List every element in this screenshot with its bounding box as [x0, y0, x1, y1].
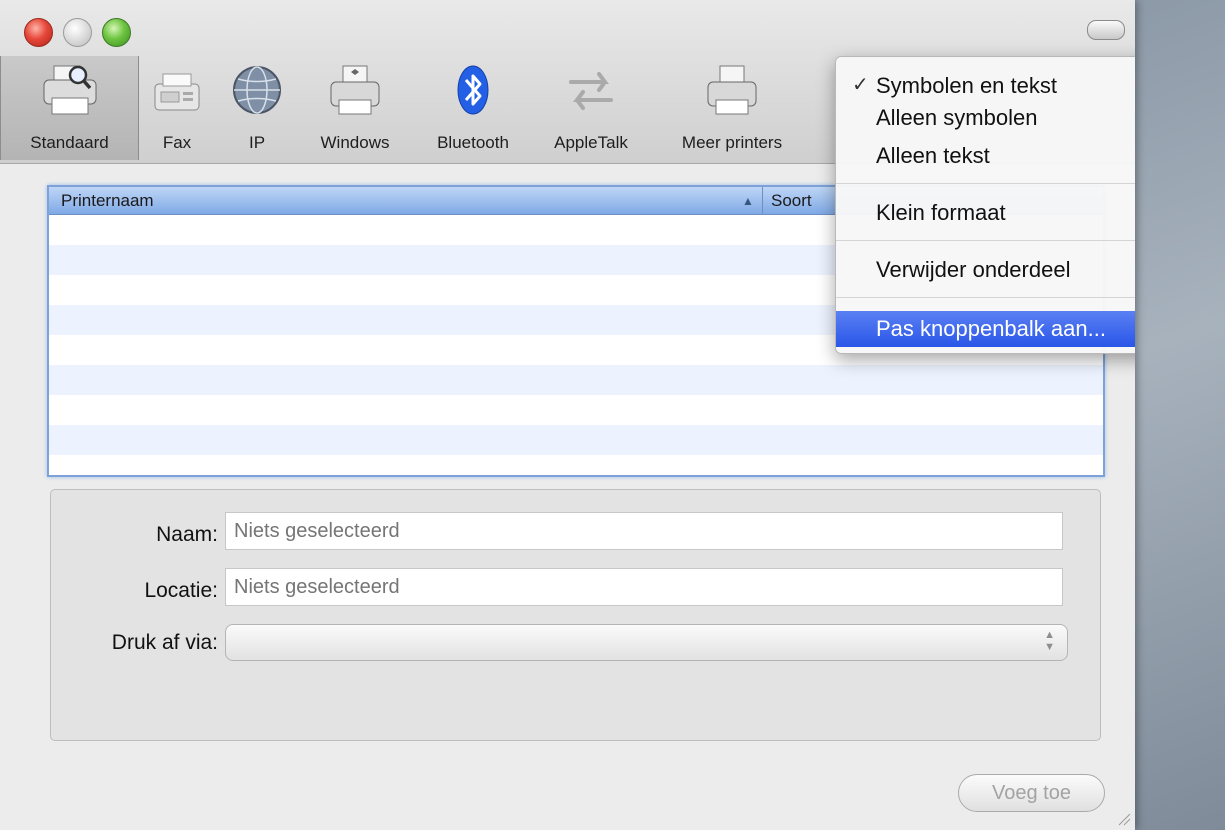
appletalk-arrows-icon — [569, 72, 613, 110]
toolbar-item-label: Standaard — [30, 133, 109, 152]
menu-separator — [836, 183, 1135, 184]
sort-ascending-icon: ▲ — [742, 194, 754, 208]
menu-item-label: Alleen tekst — [876, 143, 990, 168]
toolbar-context-menu: ✓ Symbolen en tekst Alleen symbolen Alle… — [835, 56, 1135, 354]
menu-item-verwijder-onderdeel[interactable]: Verwijder onderdeel — [836, 253, 1135, 286]
printer-icon — [707, 65, 757, 115]
column-divider[interactable] — [762, 187, 763, 214]
print-via-select[interactable]: ▲ ▼ — [225, 624, 1068, 661]
resize-grip-icon[interactable] — [1117, 812, 1131, 826]
toolbar-item-bluetooth[interactable]: Bluetooth — [418, 56, 528, 160]
menu-item-klein-formaat[interactable]: Klein formaat — [836, 196, 1135, 229]
menu-item-label: Verwijder onderdeel — [876, 257, 1071, 282]
menu-item-label: Symbolen en tekst — [876, 73, 1057, 98]
column-header-soort[interactable]: Soort — [771, 191, 812, 211]
toolbar-item-label: Bluetooth — [437, 133, 509, 152]
column-header-printernaam[interactable]: Printernaam — [61, 191, 154, 211]
toolbar-item-label: IP — [248, 133, 266, 152]
menu-item-label: Pas knoppenbalk aan... — [876, 316, 1106, 341]
printer-magnifier-icon — [43, 65, 96, 115]
name-label: Naam: — [156, 523, 218, 546]
menu-item-label: Klein formaat — [876, 200, 1006, 225]
menu-item-label: Alleen symbolen — [876, 105, 1038, 130]
add-button[interactable]: Voeg toe — [958, 774, 1105, 812]
toolbar-item-appletalk[interactable]: AppleTalk — [535, 56, 647, 160]
menu-separator — [836, 240, 1135, 241]
toolbar-item-fax[interactable]: Fax — [137, 56, 217, 160]
zoom-button[interactable] — [102, 18, 131, 47]
toolbar-item-label: Meer printers — [681, 133, 783, 152]
menu-item-alleen-tekst[interactable]: Alleen tekst — [836, 139, 1135, 172]
bluetooth-icon — [457, 65, 489, 115]
print-via-label: Druk af via: — [111, 631, 218, 654]
toolbar-item-meer-printers[interactable]: Meer printers — [652, 56, 812, 160]
globe-icon — [233, 66, 281, 114]
menu-item-symbolen-en-tekst[interactable]: ✓ Symbolen en tekst — [836, 69, 1135, 102]
menu-separator — [836, 297, 1135, 298]
toolbar-toggle-button[interactable] — [1087, 20, 1125, 40]
table-row[interactable] — [49, 395, 1103, 425]
table-row[interactable] — [49, 425, 1103, 455]
menu-item-pas-knoppenbalk-aan[interactable]: Pas knoppenbalk aan... — [836, 311, 1135, 347]
toolbar-item-windows[interactable]: Windows — [300, 56, 410, 160]
checkmark-icon: ✓ — [852, 74, 869, 96]
updown-arrows-icon: ▲ ▼ — [1044, 629, 1055, 653]
name-field[interactable] — [225, 512, 1063, 550]
windows-printer-icon — [330, 65, 380, 115]
toolbar-item-label: Fax — [162, 133, 192, 152]
close-button[interactable] — [24, 18, 53, 47]
table-row[interactable] — [49, 365, 1103, 395]
toolbar-item-label: AppleTalk — [554, 133, 628, 152]
minimize-button[interactable] — [63, 18, 92, 47]
toolbar-item-ip[interactable]: IP — [217, 56, 297, 160]
menu-item-alleen-symbolen[interactable]: Alleen symbolen — [836, 101, 1135, 134]
location-label: Locatie: — [144, 579, 218, 602]
toolbar-item-standaard[interactable]: Standaard — [0, 56, 139, 160]
toolbar-item-label: Windows — [320, 133, 390, 152]
add-printer-window: Standaard Fax IP Windows Bluetooth Apple… — [0, 0, 1135, 830]
fax-icon — [154, 73, 200, 111]
location-field[interactable] — [225, 568, 1063, 606]
